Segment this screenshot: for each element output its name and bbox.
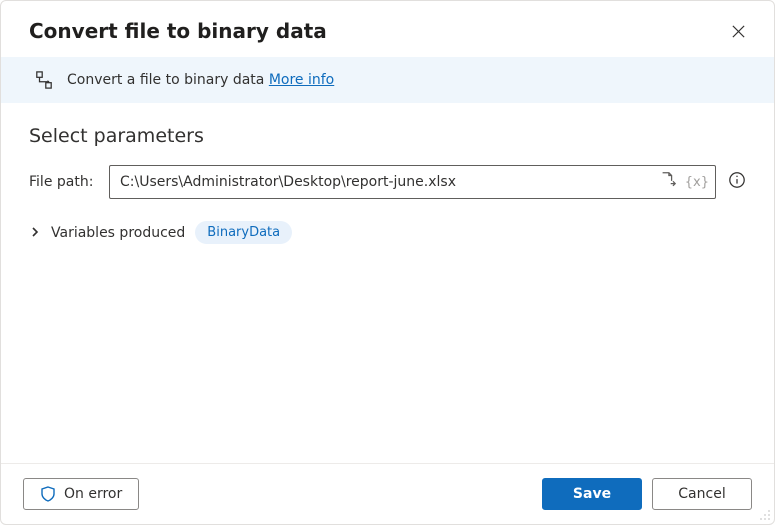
dialog-footer: On error Save Cancel	[1, 463, 774, 524]
dialog: Convert file to binary data Convert a fi…	[0, 0, 775, 525]
convert-binary-icon	[35, 71, 53, 89]
dialog-title: Convert file to binary data	[29, 19, 327, 43]
file-path-row: File path: {x}	[29, 165, 746, 199]
footer-right: Save Cancel	[542, 478, 752, 510]
on-error-button[interactable]: On error	[23, 478, 139, 510]
info-icon	[728, 171, 746, 189]
more-info-link[interactable]: More info	[269, 72, 334, 88]
chevron-right-icon	[29, 226, 41, 238]
shield-icon	[40, 486, 56, 502]
on-error-label: On error	[64, 486, 122, 502]
file-picker-button[interactable]	[659, 171, 677, 193]
info-button[interactable]	[728, 171, 746, 193]
file-picker-icon	[659, 171, 677, 189]
section-title: Select parameters	[29, 125, 746, 147]
variables-produced-row: Variables produced BinaryData	[29, 221, 746, 244]
insert-variable-button[interactable]: {x}	[685, 175, 709, 190]
variables-produced-label[interactable]: Variables produced	[51, 225, 185, 241]
expand-variables-button[interactable]	[29, 223, 41, 242]
file-path-input[interactable]	[120, 174, 653, 190]
input-icons: {x}	[653, 171, 709, 193]
resize-grip-icon[interactable]	[759, 509, 771, 521]
save-button[interactable]: Save	[542, 478, 642, 510]
banner-message: Convert a file to binary data	[67, 72, 269, 88]
file-path-label: File path:	[29, 174, 97, 190]
variable-chip[interactable]: BinaryData	[195, 221, 292, 244]
close-icon	[731, 24, 746, 39]
close-button[interactable]	[726, 19, 750, 43]
banner-text: Convert a file to binary data More info	[67, 72, 334, 88]
info-banner: Convert a file to binary data More info	[1, 57, 774, 103]
cancel-button[interactable]: Cancel	[652, 478, 752, 510]
dialog-header: Convert file to binary data	[1, 1, 774, 57]
dialog-body: Select parameters File path: {x}	[1, 103, 774, 463]
file-path-input-wrap[interactable]: {x}	[109, 165, 716, 199]
